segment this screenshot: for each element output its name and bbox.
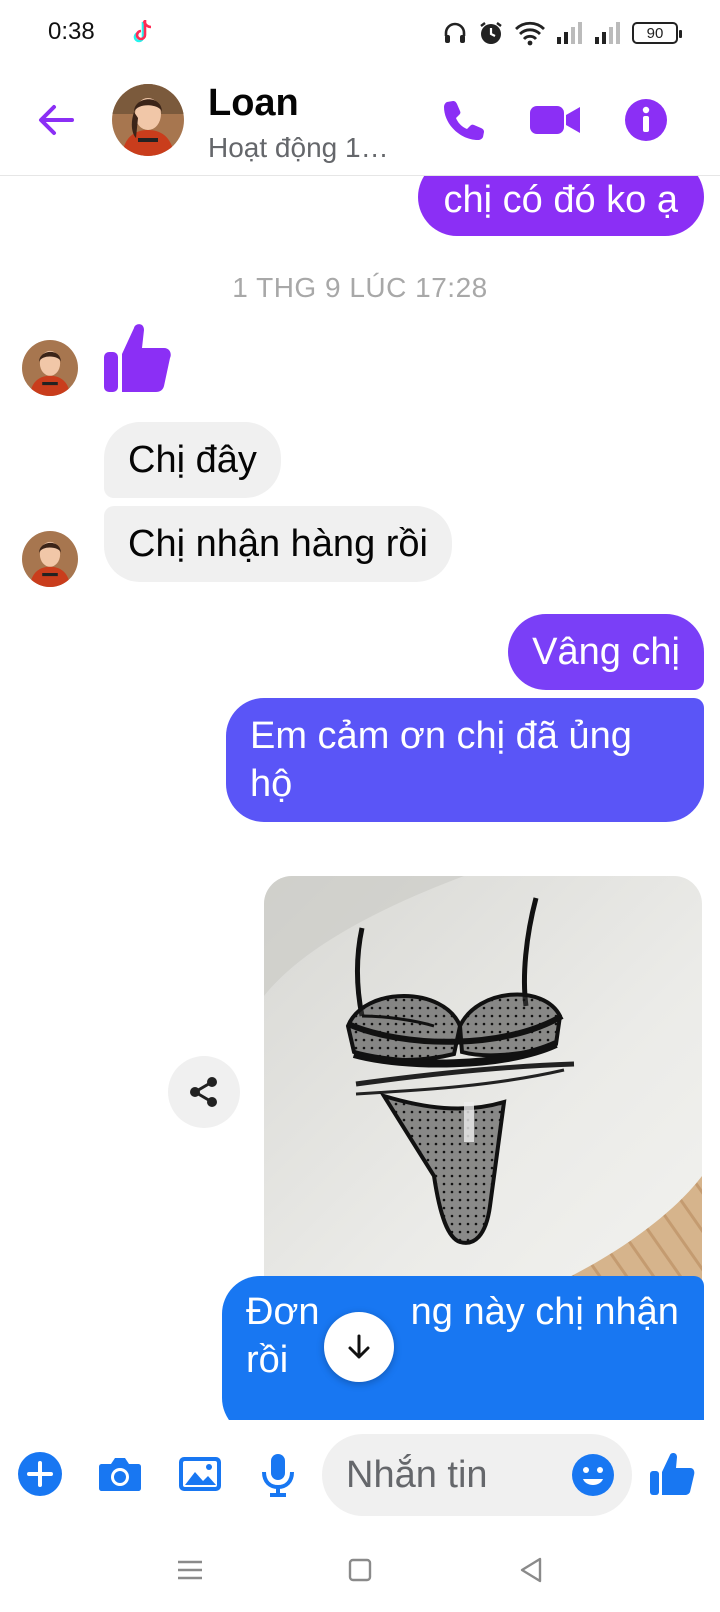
message-text-part: Đơn xyxy=(246,1291,320,1333)
contact-avatar[interactable] xyxy=(112,84,184,156)
gallery-icon[interactable] xyxy=(176,1450,224,1498)
outgoing-message[interactable]: Đơn ng này chị nhận rồi xyxy=(222,1276,704,1420)
status-bar: 0:38 90 xyxy=(0,0,720,66)
back-triangle-icon[interactable] xyxy=(512,1550,552,1590)
alarm-icon xyxy=(480,22,502,44)
message-text: Chị đây xyxy=(128,439,257,481)
video-call-icon[interactable] xyxy=(528,96,582,144)
scroll-to-bottom-button[interactable] xyxy=(324,1312,394,1382)
message-text: Em cảm ơn chị đã ủng hộ xyxy=(250,715,632,805)
info-icon[interactable] xyxy=(622,96,670,144)
contact-name: Loan xyxy=(208,82,299,124)
outgoing-message[interactable]: chị có đó ko ạ xyxy=(417,176,704,236)
message-timestamp: 1 THG 9 LÚC 17:28 xyxy=(232,272,488,303)
photo-attachment[interactable] xyxy=(264,876,702,1306)
signal-icon xyxy=(557,22,582,44)
message-composer xyxy=(0,1420,720,1530)
plus-icon[interactable] xyxy=(16,1450,64,1498)
battery-icon: 90 xyxy=(632,22,682,44)
like-icon[interactable] xyxy=(648,1450,696,1498)
menu-icon[interactable] xyxy=(170,1550,210,1590)
sender-avatar[interactable] xyxy=(22,531,78,587)
message-text-part: rồi xyxy=(246,1339,289,1381)
message-text: chị có đó ko ạ xyxy=(443,179,678,221)
tiktok-icon xyxy=(133,20,152,43)
sender-avatar[interactable] xyxy=(22,340,78,396)
contact-active-status: Hoạt động 1… xyxy=(208,132,389,163)
camera-icon[interactable] xyxy=(96,1450,144,1498)
system-navigation-bar xyxy=(0,1530,720,1612)
message-text: Chị nhận hàng rồi xyxy=(128,523,428,565)
back-arrow-icon[interactable] xyxy=(34,98,78,142)
status-icons: 90 xyxy=(442,18,682,48)
phone-call-icon[interactable] xyxy=(440,96,488,144)
share-icon xyxy=(190,1077,217,1107)
outgoing-message[interactable]: Vâng chị xyxy=(508,614,704,690)
incoming-message[interactable]: Chị đây xyxy=(104,422,281,498)
message-text: Vâng chị xyxy=(532,631,680,673)
wifi-icon xyxy=(515,21,545,46)
message-thread[interactable]: chị có đó ko ạ 1 THG 9 LÚC 17:28 Chị đây… xyxy=(0,176,720,1420)
incoming-message[interactable]: Chị nhận hàng rồi xyxy=(104,506,452,582)
microphone-icon[interactable] xyxy=(254,1450,302,1498)
like-sticker-icon[interactable] xyxy=(100,320,174,396)
status-time: 0:38 xyxy=(48,18,95,45)
emoji-icon[interactable] xyxy=(570,1452,616,1498)
signal-icon xyxy=(595,22,620,44)
message-input[interactable] xyxy=(346,1448,566,1502)
home-square-icon[interactable] xyxy=(340,1550,380,1590)
headphones-icon xyxy=(444,22,466,43)
conversation-header: Loan Hoạt động 1… xyxy=(0,66,720,176)
outgoing-message[interactable]: Em cảm ơn chị đã ủng hộ xyxy=(226,698,704,822)
share-button[interactable] xyxy=(168,1056,240,1128)
message-input-field[interactable] xyxy=(322,1434,632,1516)
battery-level: 90 xyxy=(646,24,664,42)
message-text-part: ng này chị nhận xyxy=(410,1291,679,1333)
arrow-down-icon xyxy=(348,1334,370,1359)
